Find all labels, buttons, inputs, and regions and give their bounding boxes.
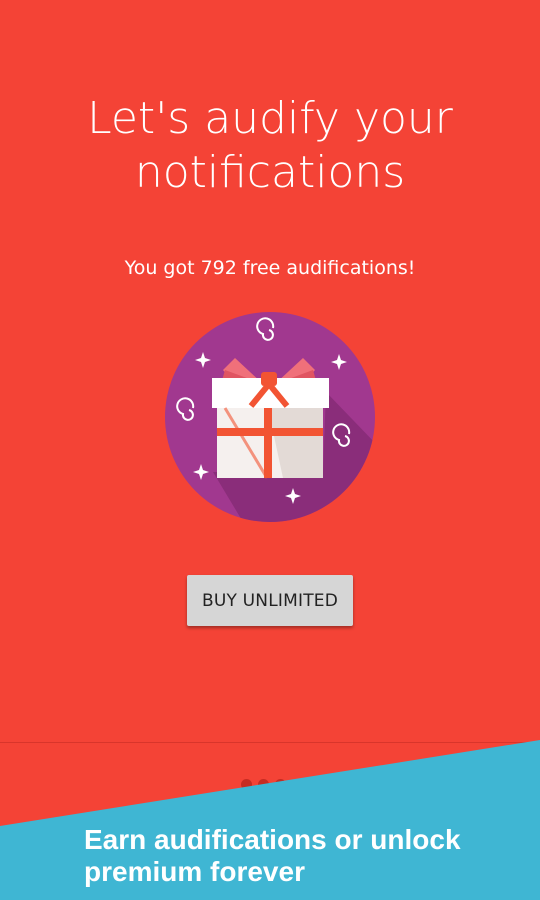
title-line-1: Let's audify your — [87, 93, 453, 144]
page-title: Let's audify your notifications — [0, 92, 540, 200]
promo-text: Earn audifications or unlock premium for… — [84, 824, 524, 888]
title-line-2: notifications — [134, 147, 406, 198]
gift-illustration — [163, 312, 377, 524]
promo-line-1: Earn audifications or unlock — [84, 824, 461, 855]
free-audifications-text: You got 792 free audifications! — [124, 257, 416, 279]
bow-knot — [261, 372, 277, 386]
buy-unlimited-button[interactable]: BUY UNLIMITED — [187, 575, 353, 626]
ribbon-vertical — [264, 408, 272, 478]
promo-line-2: premium forever — [84, 856, 305, 887]
gift-icon — [165, 312, 375, 522]
